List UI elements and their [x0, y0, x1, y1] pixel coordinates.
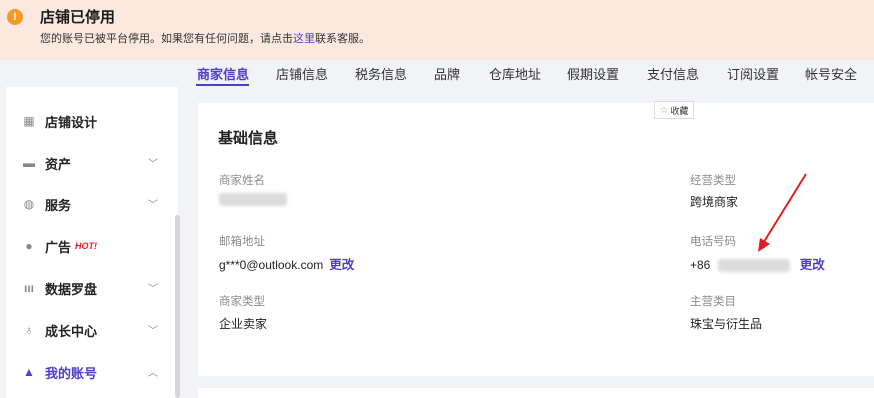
exclamation-icon: !	[7, 9, 23, 25]
sidebar-item-services[interactable]: ◍ 服务 ﹀	[22, 193, 162, 215]
tab-store-info[interactable]: 店铺信息	[276, 64, 328, 83]
merchant-name-value	[219, 192, 287, 207]
main-category-label: 主营类目	[690, 296, 736, 308]
merchant-type-label: 商家类型	[219, 296, 265, 308]
store-icon: ▦	[23, 114, 35, 128]
business-type-value: 跨境商家	[690, 195, 739, 209]
tab-warehouse-address[interactable]: 仓库地址	[489, 64, 541, 83]
edit-phone-link[interactable]: 更改	[800, 258, 825, 272]
chevron-up-icon: ︿	[148, 368, 158, 379]
chevron-down-icon: ﹀	[148, 284, 158, 295]
card-icon: ▬	[23, 156, 35, 170]
redacted-phone	[717, 259, 790, 273]
tab-payment-info[interactable]: 支付信息	[647, 64, 699, 83]
email-label: 邮箱地址	[219, 236, 265, 248]
edit-email-link[interactable]: 更改	[329, 258, 354, 272]
phone-label: 电话号码	[690, 236, 736, 248]
contact-support-link[interactable]: 这里	[293, 33, 315, 45]
tab-holiday-settings[interactable]: 假期设置	[567, 64, 619, 83]
sidebar-item-growth-center[interactable]: ♁ 成长中心 ﹀	[22, 319, 162, 341]
basic-info-card: ☆ 收藏 基础信息 商家姓名 邮箱地址 g***0@outlook.com 更改 …	[198, 101, 874, 376]
account-tabs: 商家信息 店铺信息 税务信息 品牌 仓库地址 假期设置 支付信息 订阅设置 帐号…	[197, 60, 874, 90]
sidebar-item-store-design[interactable]: ▦ 店铺设计	[22, 110, 162, 132]
merchant-name-label: 商家姓名	[219, 175, 265, 187]
next-card	[198, 388, 874, 398]
sidebar-scrollbar[interactable]	[175, 215, 180, 398]
active-tab-indicator	[196, 84, 249, 86]
redacted-name	[219, 193, 287, 207]
email-value: g***0@outlook.com 更改	[219, 258, 355, 272]
business-type-label: 经营类型	[690, 175, 736, 187]
hot-badge: HOT!	[75, 241, 98, 251]
tab-merchant-info[interactable]: 商家信息	[197, 64, 249, 83]
favorite-button[interactable]: ☆ 收藏	[654, 101, 694, 119]
chevron-down-icon: ﹀	[148, 200, 158, 211]
sidebar-item-data-compass[interactable]: ııı 数据罗盘 ﹀	[22, 277, 162, 299]
ad-icon: ●	[25, 239, 33, 253]
globe-icon: ◍	[23, 197, 35, 211]
chevron-down-icon: ﹀	[148, 326, 158, 337]
tab-brand[interactable]: 品牌	[434, 64, 460, 83]
banner-title: 店铺已停用	[40, 9, 116, 26]
bar-chart-icon: ııı	[23, 281, 34, 295]
tab-subscription-settings[interactable]: 订阅设置	[727, 64, 779, 83]
chevron-down-icon: ﹀	[148, 159, 158, 170]
phone-value: +86 更改	[690, 258, 825, 273]
tab-tax-info[interactable]: 税务信息	[355, 64, 407, 83]
sidebar-item-ads[interactable]: ● 广告 HOT!	[22, 235, 162, 257]
merchant-type-value: 企业卖家	[219, 317, 268, 331]
banner-description: 您的账号已被平台停用。如果您有任何问题，请点击这里联系客服。	[40, 33, 370, 45]
section-title: 基础信息	[218, 130, 279, 147]
medal-icon: ♁	[24, 323, 34, 337]
star-icon: ☆	[659, 104, 669, 116]
main-category-value: 珠宝与衍生品	[690, 317, 763, 331]
tab-account-security[interactable]: 帐号安全	[805, 64, 857, 83]
store-disabled-banner: ! 店铺已停用 您的账号已被平台停用。如果您有任何问题，请点击这里联系客服。	[0, 0, 874, 60]
user-icon: ▲	[23, 365, 35, 379]
sidebar-item-my-account[interactable]: ▲ 我的账号 ︿	[22, 361, 162, 383]
sidebar-item-assets[interactable]: ▬ 资产 ﹀	[22, 152, 162, 174]
